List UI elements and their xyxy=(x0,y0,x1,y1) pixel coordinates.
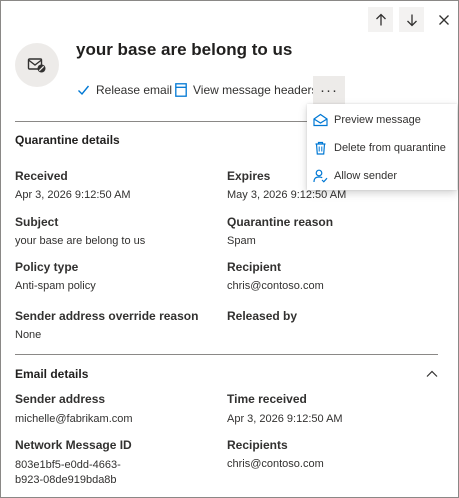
envelope-open-icon xyxy=(313,113,328,127)
release-email-button[interactable]: Release email xyxy=(77,80,172,100)
email-details-heading: Email details xyxy=(15,367,89,381)
time-received-value: Apr 3, 2026 9:12:50 AM xyxy=(227,413,343,425)
avatar xyxy=(15,43,59,87)
quarantine-details-panel: your base are belong to us Release email… xyxy=(0,0,459,498)
received-value: Apr 3, 2026 9:12:50 AM xyxy=(15,189,131,201)
trash-icon xyxy=(313,141,328,155)
collapse-email-details-button[interactable] xyxy=(424,367,440,381)
more-icon: ··· xyxy=(320,81,338,99)
person-check-icon xyxy=(313,169,328,183)
override-reason-value: None xyxy=(15,329,42,341)
network-message-id-label: Network Message ID xyxy=(15,438,132,452)
policy-type-label: Policy type xyxy=(15,260,79,274)
subject-label: Subject xyxy=(15,215,59,229)
recipients-label: Recipients xyxy=(227,438,288,452)
more-actions-menu: Preview message Delete from quarantine A… xyxy=(307,104,457,190)
document-header-icon xyxy=(175,83,187,97)
more-actions-button[interactable]: ··· xyxy=(313,76,345,104)
released-by-label: Released by xyxy=(227,309,298,323)
expires-label: Expires xyxy=(227,169,271,183)
menu-item-label: Delete from quarantine xyxy=(334,142,446,154)
quarantine-reason-value: Spam xyxy=(227,235,256,247)
menu-item-label: Preview message xyxy=(334,114,421,126)
view-message-headers-label: View message headers xyxy=(193,83,318,97)
arrow-down-icon xyxy=(405,13,419,27)
time-received-label: Time received xyxy=(227,392,307,406)
recipient-value: chris@contoso.com xyxy=(227,280,324,292)
menu-item-preview-message[interactable]: Preview message xyxy=(307,108,457,132)
arrow-up-icon xyxy=(374,13,388,27)
close-button[interactable] xyxy=(433,7,455,32)
quarantine-reason-label: Quarantine reason xyxy=(227,215,334,229)
close-icon xyxy=(438,14,450,26)
mail-blocked-icon xyxy=(27,56,47,74)
override-reason-label: Sender address override reason xyxy=(15,309,199,323)
release-email-label: Release email xyxy=(96,83,173,97)
recipients-value: chris@contoso.com xyxy=(227,458,324,470)
next-item-button[interactable] xyxy=(399,7,424,32)
checkmark-icon xyxy=(77,84,90,96)
received-label: Received xyxy=(15,169,68,183)
expires-value: May 3, 2026 9:12:50 AM xyxy=(227,189,347,201)
subject-value: your base are belong to us xyxy=(15,235,146,247)
menu-item-label: Allow sender xyxy=(334,170,397,182)
chevron-up-icon xyxy=(426,370,438,378)
menu-item-delete-from-quarantine[interactable]: Delete from quarantine xyxy=(307,136,457,160)
recipient-label: Recipient xyxy=(227,260,282,274)
page-title: your base are belong to us xyxy=(76,40,293,59)
sender-address-value: michelle@fabrikam.com xyxy=(15,413,133,425)
section-divider xyxy=(15,354,438,355)
quarantine-details-heading: Quarantine details xyxy=(15,133,120,147)
menu-item-allow-sender[interactable]: Allow sender xyxy=(307,164,457,188)
previous-item-button[interactable] xyxy=(368,7,393,32)
network-message-id-value: 803e1bf5-e0dd-4663-b923-08de919bda8b xyxy=(15,459,121,486)
policy-type-value: Anti-spam policy xyxy=(15,280,96,292)
view-message-headers-button[interactable]: View message headers xyxy=(175,80,318,100)
sender-address-label: Sender address xyxy=(15,392,106,406)
